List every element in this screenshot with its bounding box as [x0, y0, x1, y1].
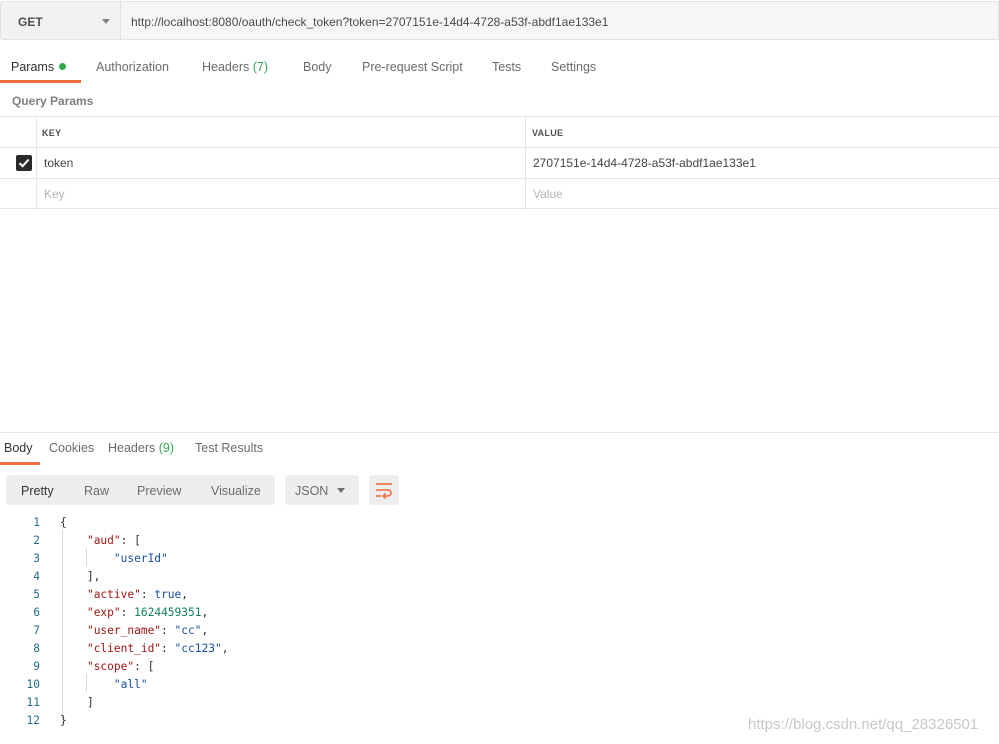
view-preview-button[interactable]: Preview [137, 484, 181, 498]
response-tab-headers-label: Headers [108, 441, 156, 455]
line-number: 1 [33, 516, 40, 529]
response-divider [0, 432, 999, 433]
url-text: http://localhost:8080/oauth/check_token?… [131, 15, 609, 29]
view-raw-button[interactable]: Raw [84, 484, 109, 498]
chevron-down-icon [337, 488, 345, 493]
key-column-header: KEY [42, 128, 62, 138]
line-number: 2 [33, 534, 40, 547]
param-key[interactable]: token [44, 156, 73, 170]
request-tabs: Params Authorization Headers (7) Body Pr… [0, 54, 999, 84]
new-key-input[interactable]: Key [44, 187, 65, 201]
column-divider [525, 179, 526, 210]
code-line: { [60, 516, 67, 529]
value-column-header: VALUE [532, 128, 564, 138]
column-divider [36, 179, 37, 210]
response-tab-body[interactable]: Body [4, 441, 33, 455]
new-value-input[interactable]: Value [533, 187, 563, 201]
param-value[interactable]: 2707151e-14d4-4728-a53f-abdf1ae133e1 [533, 156, 756, 170]
view-pretty-button[interactable]: Pretty [21, 484, 54, 498]
line-number: 5 [33, 588, 40, 601]
headers-count: (7) [252, 60, 269, 74]
line-number: 9 [33, 660, 40, 673]
column-divider [36, 148, 37, 179]
tab-params-label: Params [11, 60, 55, 74]
response-tabs: Body Cookies Headers (9) Test Results [0, 440, 999, 464]
code-line: "userId" [113, 552, 168, 565]
param-enabled-checkbox[interactable] [16, 155, 32, 171]
table-row: token 2707151e-14d4-4728-a53f-abdf1ae133… [0, 147, 999, 179]
code-line: "active": true, [86, 588, 189, 601]
view-mode-group: Pretty Raw Preview Visualize [6, 475, 275, 505]
view-visualize-button[interactable]: Visualize [211, 484, 261, 498]
code-line: "all" [113, 678, 148, 691]
url-input[interactable]: http://localhost:8080/oauth/check_token?… [121, 1, 999, 40]
code-line: "user_name": "cc", [86, 624, 209, 637]
watermark: https://blog.csdn.net/qq_28326501 [748, 716, 979, 733]
code-line: ] [60, 696, 94, 709]
line-number: 8 [33, 642, 40, 655]
response-body-code[interactable]: 1 {2 "aud": [ 3 "userId" 4 ], 5 "active": tr… [0, 514, 999, 744]
active-response-tab-indicator [0, 462, 40, 465]
table-row-empty: Key Value [0, 178, 999, 210]
response-tab-headers[interactable]: Headers (9) [108, 441, 174, 455]
tab-authorization[interactable]: Authorization [96, 60, 169, 74]
response-tab-test-results[interactable]: Test Results [195, 441, 263, 455]
line-number: 12 [26, 714, 40, 727]
tab-prerequest-script[interactable]: Pre-request Script [362, 60, 463, 74]
wrap-lines-button[interactable] [369, 475, 399, 505]
table-header-row: KEY VALUE [0, 116, 999, 148]
line-number: 11 [26, 696, 40, 709]
active-tab-indicator [0, 80, 81, 83]
query-params-title: Query Params [12, 94, 94, 108]
chevron-down-icon [102, 19, 110, 24]
code-line: "scope": [ [86, 660, 155, 673]
tab-headers-label: Headers [202, 60, 250, 74]
tab-headers[interactable]: Headers (7) [202, 60, 268, 74]
method-label: GET [18, 15, 43, 29]
code-line: "client_id": "cc123", [86, 642, 229, 655]
column-divider [36, 117, 37, 148]
params-active-dot-icon [59, 63, 67, 71]
format-select[interactable]: JSON [285, 475, 359, 505]
column-divider [525, 117, 526, 148]
line-number: 6 [33, 606, 40, 619]
line-number: 4 [33, 570, 40, 583]
tab-settings[interactable]: Settings [551, 60, 596, 74]
line-number: 7 [33, 624, 40, 637]
method-select[interactable]: GET [0, 1, 121, 40]
check-icon [18, 158, 30, 168]
params-table: KEY VALUE token 2707151e-14d4-4728-a53f-… [0, 116, 999, 210]
code-line: "exp": 1624459351, [86, 606, 209, 619]
code-line: "aud": [ [86, 534, 141, 547]
wrap-lines-icon [376, 483, 392, 499]
response-tab-cookies[interactable]: Cookies [49, 441, 94, 455]
tab-body[interactable]: Body [303, 60, 332, 74]
tab-tests[interactable]: Tests [492, 60, 521, 74]
tab-params[interactable]: Params [11, 60, 67, 74]
format-label: JSON [295, 484, 329, 498]
line-number: 10 [26, 678, 40, 691]
line-number: 3 [33, 552, 40, 565]
response-headers-count: (9) [158, 441, 175, 455]
code-line: ], [60, 570, 101, 583]
code-line: } [60, 714, 67, 727]
column-divider [525, 148, 526, 179]
request-bar: GET http://localhost:8080/oauth/check_to… [0, 0, 999, 41]
